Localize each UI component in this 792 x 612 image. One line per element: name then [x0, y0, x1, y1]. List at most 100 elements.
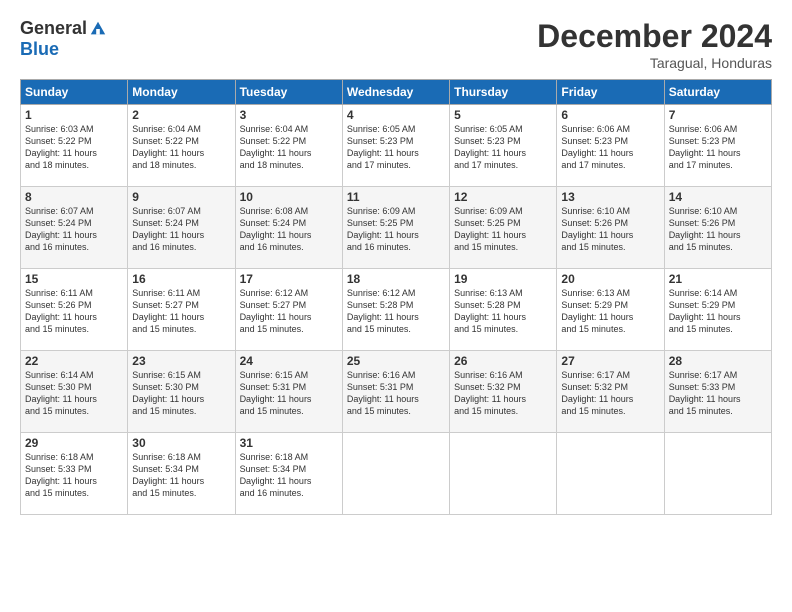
logo-icon [89, 20, 107, 38]
calendar-cell: 13Sunrise: 6:10 AM Sunset: 5:26 PM Dayli… [557, 187, 664, 269]
day-info: Sunrise: 6:03 AM Sunset: 5:22 PM Dayligh… [25, 123, 123, 172]
day-number: 14 [669, 190, 767, 204]
day-number: 26 [454, 354, 552, 368]
day-info: Sunrise: 6:15 AM Sunset: 5:31 PM Dayligh… [240, 369, 338, 418]
calendar-cell: 5Sunrise: 6:05 AM Sunset: 5:23 PM Daylig… [450, 105, 557, 187]
calendar-cell: 10Sunrise: 6:08 AM Sunset: 5:24 PM Dayli… [235, 187, 342, 269]
calendar-cell: 28Sunrise: 6:17 AM Sunset: 5:33 PM Dayli… [664, 351, 771, 433]
day-info: Sunrise: 6:05 AM Sunset: 5:23 PM Dayligh… [454, 123, 552, 172]
day-info: Sunrise: 6:15 AM Sunset: 5:30 PM Dayligh… [132, 369, 230, 418]
day-number: 28 [669, 354, 767, 368]
logo-blue-text: Blue [20, 39, 59, 60]
calendar-cell [450, 433, 557, 515]
day-info: Sunrise: 6:12 AM Sunset: 5:28 PM Dayligh… [347, 287, 445, 336]
calendar-cell: 14Sunrise: 6:10 AM Sunset: 5:26 PM Dayli… [664, 187, 771, 269]
day-info: Sunrise: 6:17 AM Sunset: 5:32 PM Dayligh… [561, 369, 659, 418]
logo-text: General [20, 18, 107, 39]
calendar-cell: 22Sunrise: 6:14 AM Sunset: 5:30 PM Dayli… [21, 351, 128, 433]
day-info: Sunrise: 6:14 AM Sunset: 5:30 PM Dayligh… [25, 369, 123, 418]
logo-blue: Blue [20, 39, 59, 60]
day-number: 10 [240, 190, 338, 204]
calendar-cell: 23Sunrise: 6:15 AM Sunset: 5:30 PM Dayli… [128, 351, 235, 433]
day-info: Sunrise: 6:18 AM Sunset: 5:33 PM Dayligh… [25, 451, 123, 500]
day-number: 8 [25, 190, 123, 204]
day-info: Sunrise: 6:16 AM Sunset: 5:32 PM Dayligh… [454, 369, 552, 418]
day-number: 30 [132, 436, 230, 450]
day-number: 16 [132, 272, 230, 286]
calendar-cell: 15Sunrise: 6:11 AM Sunset: 5:26 PM Dayli… [21, 269, 128, 351]
calendar-cell: 29Sunrise: 6:18 AM Sunset: 5:33 PM Dayli… [21, 433, 128, 515]
day-number: 3 [240, 108, 338, 122]
calendar-cell: 20Sunrise: 6:13 AM Sunset: 5:29 PM Dayli… [557, 269, 664, 351]
calendar-header-sunday: Sunday [21, 80, 128, 105]
day-number: 1 [25, 108, 123, 122]
calendar-week-2: 15Sunrise: 6:11 AM Sunset: 5:26 PM Dayli… [21, 269, 772, 351]
calendar-week-1: 8 Sunrise: 6:07 AM Sunset: 5:24 PM Daylig… [21, 187, 772, 269]
calendar-cell: 7Sunrise: 6:06 AM Sunset: 5:23 PM Daylig… [664, 105, 771, 187]
calendar-cell: 25Sunrise: 6:16 AM Sunset: 5:31 PM Dayli… [342, 351, 449, 433]
calendar-cell: 19Sunrise: 6:13 AM Sunset: 5:28 PM Dayli… [450, 269, 557, 351]
calendar-cell: 1Sunrise: 6:03 AM Sunset: 5:22 PM Daylig… [21, 105, 128, 187]
day-number: 24 [240, 354, 338, 368]
day-number: 2 [132, 108, 230, 122]
day-info: Sunrise: 6:18 AM Sunset: 5:34 PM Dayligh… [132, 451, 230, 500]
day-number: 20 [561, 272, 659, 286]
calendar-cell: 11Sunrise: 6:09 AM Sunset: 5:25 PM Dayli… [342, 187, 449, 269]
calendar-week-0: 1Sunrise: 6:03 AM Sunset: 5:22 PM Daylig… [21, 105, 772, 187]
calendar-cell: 24Sunrise: 6:15 AM Sunset: 5:31 PM Dayli… [235, 351, 342, 433]
day-info: Sunrise: 6:07 AM Sunset: 5:24 PM Dayligh… [132, 205, 230, 254]
calendar-cell: 21Sunrise: 6:14 AM Sunset: 5:29 PM Dayli… [664, 269, 771, 351]
day-number: 23 [132, 354, 230, 368]
day-number: 11 [347, 190, 445, 204]
calendar-header-tuesday: Tuesday [235, 80, 342, 105]
day-number: 29 [25, 436, 123, 450]
day-number: 4 [347, 108, 445, 122]
calendar-cell: 26Sunrise: 6:16 AM Sunset: 5:32 PM Dayli… [450, 351, 557, 433]
calendar-header-wednesday: Wednesday [342, 80, 449, 105]
day-number: 6 [561, 108, 659, 122]
day-number: 13 [561, 190, 659, 204]
day-number: 15 [25, 272, 123, 286]
day-info: Sunrise: 6:09 AM Sunset: 5:25 PM Dayligh… [347, 205, 445, 254]
day-info: Sunrise: 6:13 AM Sunset: 5:28 PM Dayligh… [454, 287, 552, 336]
day-info: Sunrise: 6:04 AM Sunset: 5:22 PM Dayligh… [132, 123, 230, 172]
calendar-cell: 9Sunrise: 6:07 AM Sunset: 5:24 PM Daylig… [128, 187, 235, 269]
calendar-cell: 17Sunrise: 6:12 AM Sunset: 5:27 PM Dayli… [235, 269, 342, 351]
calendar-cell: 16Sunrise: 6:11 AM Sunset: 5:27 PM Dayli… [128, 269, 235, 351]
day-info: Sunrise: 6:10 AM Sunset: 5:26 PM Dayligh… [669, 205, 767, 254]
day-info: Sunrise: 6:17 AM Sunset: 5:33 PM Dayligh… [669, 369, 767, 418]
calendar: SundayMondayTuesdayWednesdayThursdayFrid… [20, 79, 772, 515]
day-info: Sunrise: 6:09 AM Sunset: 5:25 PM Dayligh… [454, 205, 552, 254]
calendar-cell [664, 433, 771, 515]
day-number: 7 [669, 108, 767, 122]
calendar-cell: 3Sunrise: 6:04 AM Sunset: 5:22 PM Daylig… [235, 105, 342, 187]
day-number: 31 [240, 436, 338, 450]
calendar-cell: 2Sunrise: 6:04 AM Sunset: 5:22 PM Daylig… [128, 105, 235, 187]
day-number: 5 [454, 108, 552, 122]
day-info: Sunrise: 6:14 AM Sunset: 5:29 PM Dayligh… [669, 287, 767, 336]
day-info: Sunrise: 6:18 AM Sunset: 5:34 PM Dayligh… [240, 451, 338, 500]
day-info: Sunrise: 6:13 AM Sunset: 5:29 PM Dayligh… [561, 287, 659, 336]
day-number: 12 [454, 190, 552, 204]
title-section: December 2024 Taragual, Honduras [537, 18, 772, 71]
day-number: 27 [561, 354, 659, 368]
calendar-cell: 4Sunrise: 6:05 AM Sunset: 5:23 PM Daylig… [342, 105, 449, 187]
calendar-cell [557, 433, 664, 515]
calendar-cell: 31Sunrise: 6:18 AM Sunset: 5:34 PM Dayli… [235, 433, 342, 515]
day-info: Sunrise: 6:10 AM Sunset: 5:26 PM Dayligh… [561, 205, 659, 254]
calendar-cell: 8Sunrise: 6:07 AM Sunset: 5:24 PM Daylig… [21, 187, 128, 269]
day-info: Sunrise: 6:06 AM Sunset: 5:23 PM Dayligh… [561, 123, 659, 172]
header: General Blue December 2024 Taragual, Hon… [20, 18, 772, 71]
day-info: Sunrise: 6:05 AM Sunset: 5:23 PM Dayligh… [347, 123, 445, 172]
calendar-cell: 12Sunrise: 6:09 AM Sunset: 5:25 PM Dayli… [450, 187, 557, 269]
logo: General Blue [20, 18, 107, 60]
calendar-header-saturday: Saturday [664, 80, 771, 105]
calendar-header-thursday: Thursday [450, 80, 557, 105]
day-number: 19 [454, 272, 552, 286]
page: General Blue December 2024 Taragual, Hon… [0, 0, 792, 612]
day-info: Sunrise: 6:06 AM Sunset: 5:23 PM Dayligh… [669, 123, 767, 172]
calendar-week-4: 29Sunrise: 6:18 AM Sunset: 5:33 PM Dayli… [21, 433, 772, 515]
day-number: 9 [132, 190, 230, 204]
calendar-week-3: 22Sunrise: 6:14 AM Sunset: 5:30 PM Dayli… [21, 351, 772, 433]
calendar-header-row: SundayMondayTuesdayWednesdayThursdayFrid… [21, 80, 772, 105]
